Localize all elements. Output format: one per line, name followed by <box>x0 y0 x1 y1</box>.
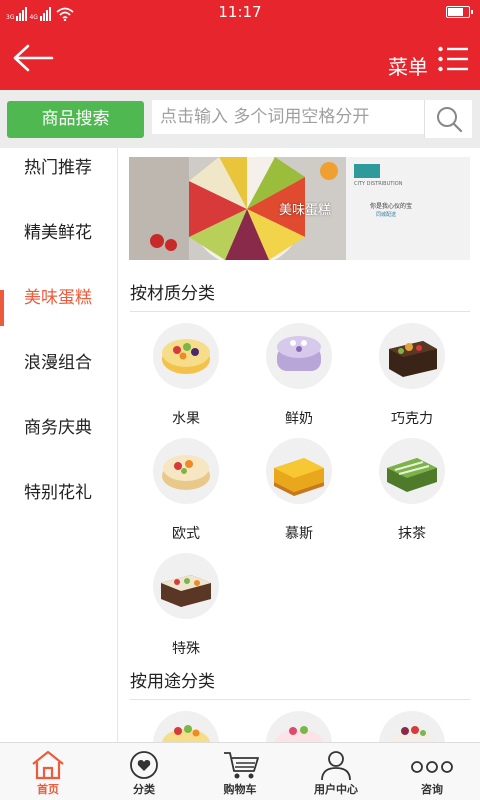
cart-icon <box>224 752 259 779</box>
banner-title: 美味蛋糕 <box>279 203 332 218</box>
cake-thumbnail-icon <box>153 711 219 742</box>
sidebar-item-romantic[interactable]: 浪漫组合 <box>0 343 118 407</box>
menu-label[interactable]: 菜单 <box>388 51 428 80</box>
european-cake-icon <box>153 438 219 504</box>
mousse-cake-icon <box>266 438 332 504</box>
category-chocolate[interactable]: 巧克力 <box>357 323 467 428</box>
tab-home[interactable]: 首页 <box>0 743 96 800</box>
banner-side-text-2: 你是我心仪的宝 <box>370 203 413 210</box>
banner-side-text-3: 同城配送 <box>376 212 397 218</box>
more-dots-icon <box>411 761 453 773</box>
clock: 11:17 <box>218 3 262 21</box>
sidebar-item-special-gifts[interactable]: 特别花礼 <box>0 473 118 537</box>
category-label: 欧式 <box>172 526 200 542</box>
category-special[interactable]: 特殊 <box>131 553 241 658</box>
product-search-button[interactable]: 商品搜索 <box>7 101 144 138</box>
search-icon <box>437 107 463 133</box>
tab-user-center[interactable]: 用户中心 <box>288 743 384 800</box>
category-european[interactable]: 欧式 <box>131 438 241 543</box>
user-icon <box>321 751 351 781</box>
bottom-tab-bar: 首页 分类 购物车 用户中心 咨询 <box>0 742 480 800</box>
section-title-material: 按材质分类 <box>130 284 215 304</box>
category-banner[interactable]: CITY DISTRIBUTION 你是我心仪的宝 同城配送 美味蛋糕 <box>129 157 470 260</box>
category-fruit[interactable]: 水果 <box>131 323 241 428</box>
tab-category[interactable]: 分类 <box>96 743 192 800</box>
tab-label: 购物车 <box>223 783 257 796</box>
category-icon <box>130 751 158 779</box>
app-header: 菜单 <box>0 25 480 90</box>
home-icon <box>32 750 64 780</box>
category-matcha[interactable]: 抹茶 <box>357 438 467 543</box>
search-input[interactable] <box>152 100 424 134</box>
banner-side-text-1: CITY DISTRIBUTION <box>354 181 403 187</box>
category-usage-item[interactable] <box>244 711 354 742</box>
category-label: 水果 <box>172 411 200 427</box>
sidebar-item-cakes[interactable]: 美味蛋糕 <box>0 278 118 342</box>
category-usage-item[interactable] <box>131 711 241 742</box>
chocolate-cake-icon <box>379 323 445 389</box>
tab-label: 分类 <box>133 783 155 796</box>
matcha-cake-icon <box>379 438 445 504</box>
main-content: CITY DISTRIBUTION 你是我心仪的宝 同城配送 美味蛋糕 按材质分… <box>118 148 480 742</box>
banner-logo <box>354 164 380 178</box>
tab-label: 首页 <box>37 783 59 796</box>
cake-thumbnail-icon <box>266 711 332 742</box>
back-arrow-icon[interactable] <box>12 43 54 73</box>
category-sidebar: 热门推荐 精美鲜花 美味蛋糕 浪漫组合 商务庆典 特别花礼 <box>0 148 118 742</box>
search-bar: 商品搜索 <box>0 90 480 148</box>
category-label: 慕斯 <box>285 526 313 542</box>
sidebar-item-business[interactable]: 商务庆典 <box>0 408 118 472</box>
tab-cart[interactable]: 购物车 <box>192 743 288 800</box>
cream-cake-icon <box>266 323 332 389</box>
tab-label: 咨询 <box>421 783 443 796</box>
section-title-usage: 按用途分类 <box>130 672 215 692</box>
category-label: 鲜奶 <box>285 411 313 427</box>
category-mousse[interactable]: 慕斯 <box>244 438 354 543</box>
fruit-cake-icon <box>153 323 219 389</box>
category-label: 特殊 <box>172 641 200 657</box>
search-submit-button[interactable] <box>424 100 472 138</box>
tab-label: 用户中心 <box>314 783 358 796</box>
section-divider <box>130 699 470 700</box>
category-usage-item[interactable] <box>357 711 467 742</box>
special-cake-icon <box>153 553 219 619</box>
banner-side-panel: CITY DISTRIBUTION 你是我心仪的宝 同城配送 <box>346 157 470 260</box>
battery-icon <box>446 6 473 18</box>
tab-consult[interactable]: 咨询 <box>384 743 480 800</box>
status-bar: 3G 4G 11:17 <box>0 0 480 25</box>
section-divider <box>130 311 470 312</box>
category-label: 巧克力 <box>391 411 433 427</box>
sidebar-item-flowers[interactable]: 精美鲜花 <box>0 213 118 277</box>
sidebar-item-hot[interactable]: 热门推荐 <box>0 148 118 212</box>
category-cream[interactable]: 鲜奶 <box>244 323 354 428</box>
list-menu-icon[interactable] <box>438 46 468 72</box>
category-label: 抹茶 <box>398 526 426 542</box>
cake-thumbnail-icon <box>379 711 445 742</box>
battery-level <box>448 8 463 16</box>
